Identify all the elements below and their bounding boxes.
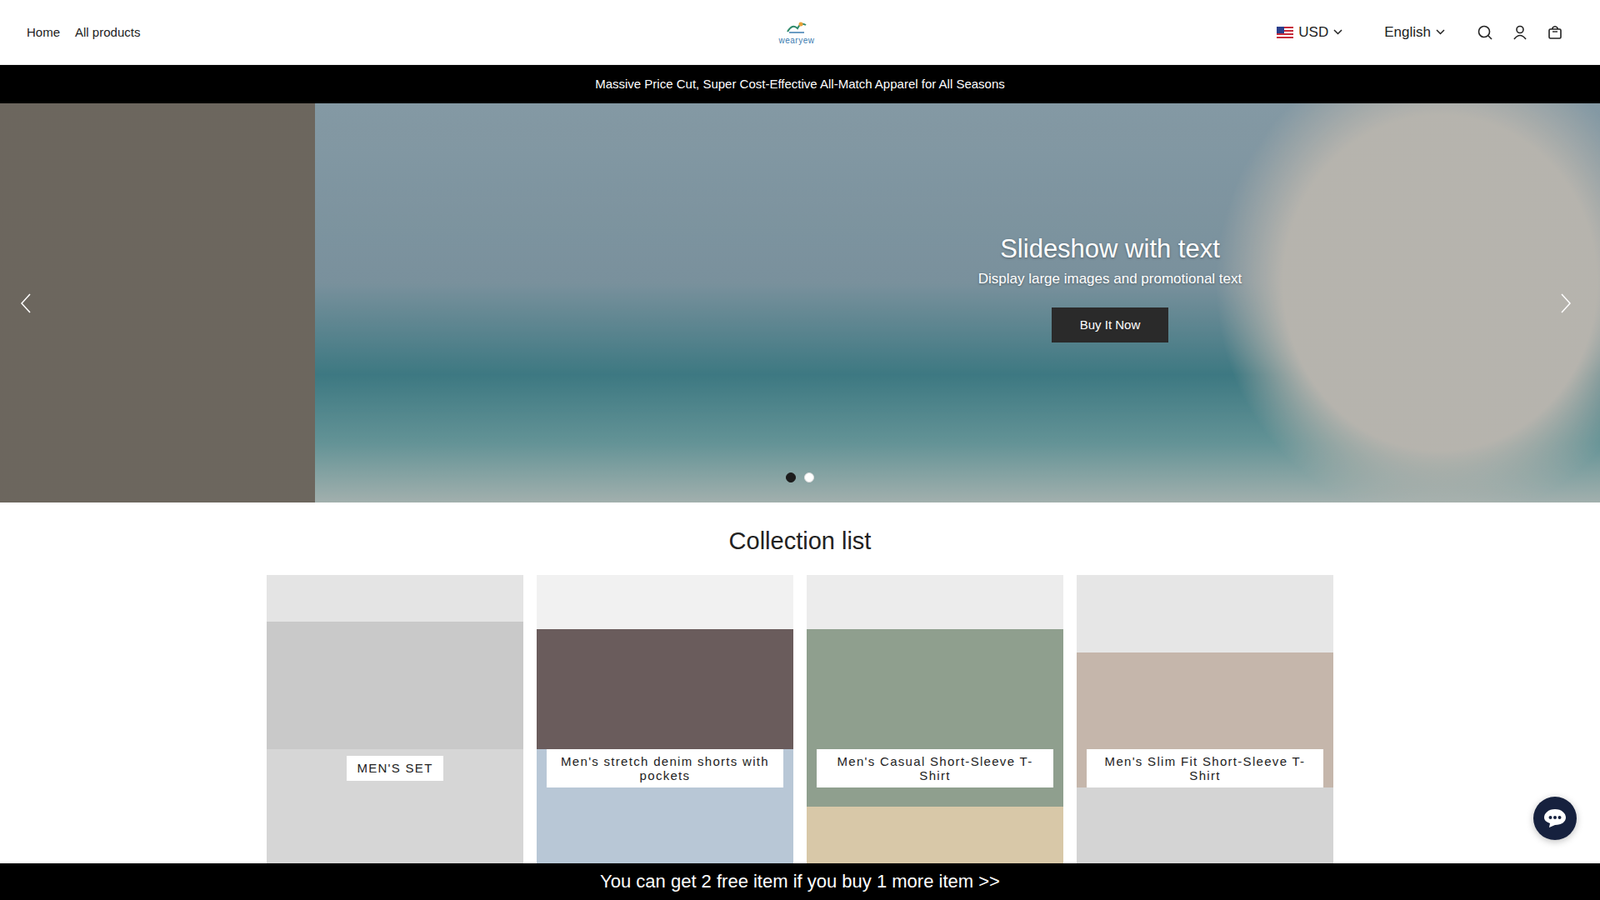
nav-link[interactable]: Home [26, 25, 60, 40]
language-select[interactable]: English [1380, 20, 1449, 45]
chevron-down-icon [1435, 29, 1445, 35]
chevron-down-icon [1333, 29, 1343, 35]
slide-dots [785, 472, 815, 483]
collection-title: Collection list [0, 527, 1600, 555]
logo-text: wearyew [779, 35, 815, 45]
collection-label[interactable]: Men's stretch denim shorts with pockets [546, 749, 784, 789]
prev-slide-button[interactable] [15, 287, 37, 320]
header-tools: USD English [814, 20, 1567, 45]
account-button[interactable] [1508, 20, 1532, 45]
collection-label[interactable]: Men's Casual Short-Sleeve T-Shirt [816, 749, 1054, 789]
currency-select[interactable]: USD [1273, 20, 1346, 45]
slide-dot[interactable] [785, 472, 796, 483]
arrow-right-icon [1560, 292, 1572, 315]
header: Home All products wearyew USD English [0, 0, 1600, 65]
user-icon [1511, 24, 1529, 41]
cart-button[interactable] [1543, 20, 1567, 45]
slide-dot[interactable] [804, 472, 815, 483]
search-button[interactable] [1473, 20, 1497, 45]
buy-now-button[interactable]: Buy It Now [1051, 307, 1170, 343]
collection-list: Collection list MEN'S SET Men's stretch de… [0, 502, 1600, 900]
collection-card[interactable]: Men's Casual Short-Sleeve T-Shirt [806, 575, 1064, 900]
collection-card[interactable]: Men's Slim Fit Short-Sleeve T-Shirt [1076, 575, 1334, 900]
collection-card[interactable]: Men's stretch denim shorts with pockets [536, 575, 794, 900]
us-flag-icon [1276, 26, 1294, 39]
hero-title: Slideshow with text [943, 234, 1277, 265]
next-slide-button[interactable] [1555, 287, 1577, 320]
collection-card[interactable]: MEN'S SET [266, 575, 524, 900]
collection-label[interactable]: Men's Slim Fit Short-Sleeve T-Shirt [1086, 749, 1324, 789]
search-icon [1476, 24, 1494, 41]
logo[interactable]: wearyew [779, 20, 815, 45]
logo-icon [784, 20, 810, 35]
collection-grid: MEN'S SET Men's stretch denim shorts with… [0, 575, 1600, 900]
main-nav: Home All products [26, 25, 780, 40]
page: Home All products wearyew USD English Massive… [0, 0, 1600, 900]
nav-link[interactable]: All products [75, 25, 140, 40]
arrow-left-icon [20, 292, 32, 315]
chat-button[interactable] [1533, 796, 1577, 840]
hero-subtitle: Display large images and promotional tex… [943, 270, 1277, 288]
hero-content: Slideshow with text Display large images … [943, 234, 1277, 343]
announcement-bar: Massive Price Cut, Super Cost-Effective … [0, 65, 1600, 104]
bag-icon [1546, 24, 1564, 41]
chat-icon [1542, 807, 1568, 830]
hero-slideshow: Slideshow with text Display large images … [0, 103, 1600, 503]
collection-label[interactable]: MEN'S SET [346, 755, 443, 780]
promo-bar[interactable]: You can get 2 free item if you buy 1 mor… [0, 863, 1600, 900]
